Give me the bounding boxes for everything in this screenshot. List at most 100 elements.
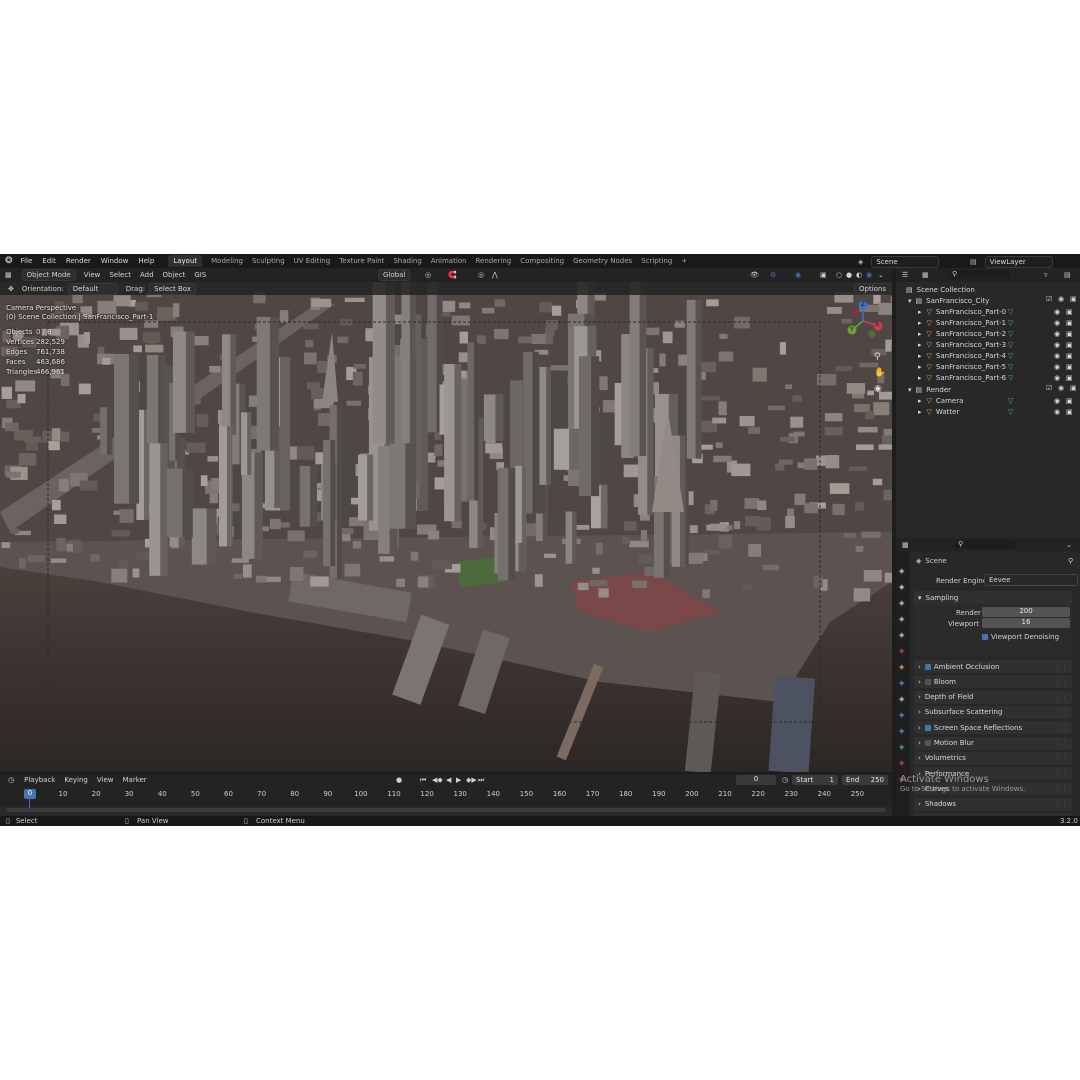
eye-icon[interactable]: ◉ (1054, 330, 1060, 338)
render-camera-icon[interactable]: ▣ (1070, 384, 1077, 392)
render-tab-icon[interactable]: ◈ (899, 583, 904, 591)
outliner-editor-icon[interactable]: ☰ (902, 271, 908, 279)
viewport-samples-field[interactable]: 16 (982, 618, 1070, 628)
sampling-panel-header[interactable]: ▾ Sampling (914, 591, 1072, 604)
render-camera-icon[interactable]: ▣ (1066, 408, 1073, 416)
proportional-icon[interactable]: ◎ (478, 271, 484, 279)
constraints-tab-icon[interactable]: ◈ (899, 727, 904, 735)
viewport-menu-gis[interactable]: GIS (194, 271, 206, 279)
render-camera-icon[interactable]: ▣ (1066, 330, 1073, 338)
mode-dropdown[interactable]: Object Mode (21, 269, 76, 281)
outliner-object-row[interactable]: ▸ ▽ SanFrancisco_Part-0 ▽ ◉ ▣ (918, 306, 1078, 317)
material-tab-icon[interactable]: ◈ (899, 759, 904, 767)
drag-grip-icon[interactable]: ⋮⋮ (1054, 754, 1068, 762)
expand-arrow-icon[interactable]: ▸ (918, 397, 922, 405)
eye-icon[interactable]: ◉ (1054, 352, 1060, 360)
drag-grip-icon[interactable]: ⋮⋮ (1054, 678, 1068, 686)
scene-collection-row[interactable]: ▤ Scene Collection (906, 284, 975, 295)
blender-logo-icon[interactable]: ❂ (5, 256, 13, 266)
drag-dropdown[interactable]: Select Box (149, 282, 196, 295)
workspace-tab-rendering[interactable]: Rendering (475, 257, 511, 265)
menu-render[interactable]: Render (66, 257, 91, 265)
drag-grip-icon[interactable]: ⋮⋮ (1054, 663, 1068, 671)
shading-solid-icon[interactable]: ● (846, 271, 852, 279)
data-tab-icon[interactable]: ◈ (899, 743, 904, 751)
properties-editor-icon[interactable]: ▦ (902, 541, 909, 549)
properties-search-input[interactable] (954, 540, 1016, 549)
eye-icon[interactable]: ◉ (1054, 308, 1060, 316)
properties-options-icon[interactable]: ⌄ (1066, 541, 1072, 549)
checkbox-checked-icon[interactable]: ☑ (1046, 384, 1052, 392)
timeline-scrollbar[interactable] (6, 808, 886, 812)
physics-tab-icon[interactable]: ◈ (899, 711, 904, 719)
workspace-tab-modeling[interactable]: Modeling (211, 257, 243, 265)
eye-icon[interactable]: ◉ (1058, 295, 1064, 303)
options-dropdown[interactable]: Options (854, 282, 892, 295)
render-camera-icon[interactable]: ▣ (1066, 341, 1073, 349)
expand-arrow-icon[interactable]: ▾ (908, 386, 912, 394)
panel-header-motion-blur[interactable]: › Motion Blur ⋮⋮ (914, 736, 1072, 750)
orientation-dropdown[interactable]: Default (67, 282, 118, 295)
transform-orientation-dropdown[interactable]: Global (378, 269, 411, 281)
collection-row-render[interactable]: ▾ ▤ Render (908, 384, 951, 395)
new-collection-icon[interactable]: ▤ (1064, 271, 1071, 279)
gizmo-toggle-icon[interactable]: ⚙ (770, 271, 776, 279)
view-layer-tab-icon[interactable]: ◈ (899, 615, 904, 623)
panel-header-shadows[interactable]: › Shadows ⋮⋮ (914, 797, 1072, 811)
drag-grip-icon[interactable]: ⋮⋮ (1054, 785, 1068, 793)
expand-arrow-icon[interactable]: ▾ (908, 297, 912, 305)
scene-tab-icon[interactable]: ◈ (899, 631, 904, 639)
outliner-object-row[interactable]: ▸ ▽ SanFrancisco_Part-1 ▽ ◉ ▣ (918, 317, 1078, 328)
world-tab-icon[interactable]: ◈ (899, 647, 904, 655)
mesh-data-icon[interactable]: ▽ (1008, 352, 1013, 360)
expand-arrow-icon[interactable]: ▸ (918, 374, 922, 382)
eye-icon[interactable]: ◉ (1054, 408, 1060, 416)
checkbox-unchecked-icon[interactable] (924, 740, 931, 746)
collection-row-city[interactable]: ▾ ▤ SanFrancisco_City (908, 295, 989, 306)
pan-hand-icon[interactable]: ✋ (874, 368, 885, 378)
expand-arrow-icon[interactable]: ▸ (918, 363, 922, 371)
drag-grip-icon[interactable]: ⋮⋮ (1054, 739, 1068, 747)
workspace-tab-uv-editing[interactable]: UV Editing (294, 257, 331, 265)
viewport-denoising-toggle[interactable]: Viewport Denoising (982, 633, 1059, 641)
render-camera-icon[interactable]: ▣ (1066, 397, 1073, 405)
overlay-toggle-icon[interactable]: ◉ (795, 271, 801, 279)
falloff-icon[interactable]: ⋀ (492, 271, 498, 279)
mesh-data-icon[interactable]: ▽ (1008, 408, 1013, 416)
move-tool-icon[interactable]: ✥ (8, 285, 14, 293)
mesh-data-icon[interactable]: ▽ (1008, 330, 1013, 338)
outliner-search-input[interactable] (948, 270, 1010, 279)
panel-header-volumetrics[interactable]: › Volumetrics ⋮⋮ (914, 751, 1072, 765)
render-camera-icon[interactable]: ▣ (1066, 363, 1073, 371)
render-samples-field[interactable]: 200 (982, 607, 1070, 617)
editor-type-icon[interactable]: ▦ (5, 271, 12, 279)
viewport-menu-select[interactable]: Select (109, 271, 131, 279)
render-camera-icon[interactable]: ▣ (1066, 352, 1073, 360)
pin-icon[interactable]: ⚲ (1068, 557, 1073, 565)
xray-icon[interactable]: ▣ (820, 271, 827, 279)
navigation-gizmo[interactable]: X Y Z (842, 300, 884, 342)
eye-icon[interactable]: ◉ (1054, 397, 1060, 405)
tool-tab-icon[interactable]: ◈ (899, 567, 904, 575)
zoom-icon[interactable]: ⚲ (874, 352, 881, 362)
render-camera-icon[interactable]: ▣ (1066, 319, 1073, 327)
outliner-object-row[interactable]: ▸ ▽ Watter ▽ ◉ ▣ (918, 406, 1078, 417)
menu-window[interactable]: Window (101, 257, 129, 265)
workspace-tab-geometry-nodes[interactable]: Geometry Nodes (573, 257, 632, 265)
expand-arrow-icon[interactable]: ▸ (918, 330, 922, 338)
panel-header-ambient-occlusion[interactable]: › Ambient Occlusion ⋮⋮ (914, 660, 1072, 673)
workspace-tab-scripting[interactable]: Scripting (641, 257, 672, 265)
render-engine-dropdown[interactable]: Eevee (984, 574, 1078, 586)
mesh-data-icon[interactable]: ▽ (1008, 374, 1013, 382)
drag-grip-icon[interactable]: ⋮⋮ (1054, 724, 1068, 732)
drag-grip-icon[interactable]: ⋮⋮ (1054, 800, 1068, 808)
panel-header-depth-of-field[interactable]: › Depth of Field ⋮⋮ (914, 690, 1072, 704)
menu-help[interactable]: Help (138, 257, 154, 265)
expand-arrow-icon[interactable]: ▸ (918, 352, 922, 360)
shading-options-icon[interactable]: ⌄ (878, 271, 884, 279)
scene-name-field[interactable]: Scene (871, 256, 940, 268)
mesh-data-icon[interactable]: ▽ (1008, 308, 1013, 316)
outliner-object-row[interactable]: ▸ ▽ Camera ▽ ◉ ▣ (918, 395, 1078, 406)
drag-grip-icon[interactable]: ⋮⋮ (1054, 770, 1068, 778)
workspace-tab-sculpting[interactable]: Sculpting (252, 257, 285, 265)
